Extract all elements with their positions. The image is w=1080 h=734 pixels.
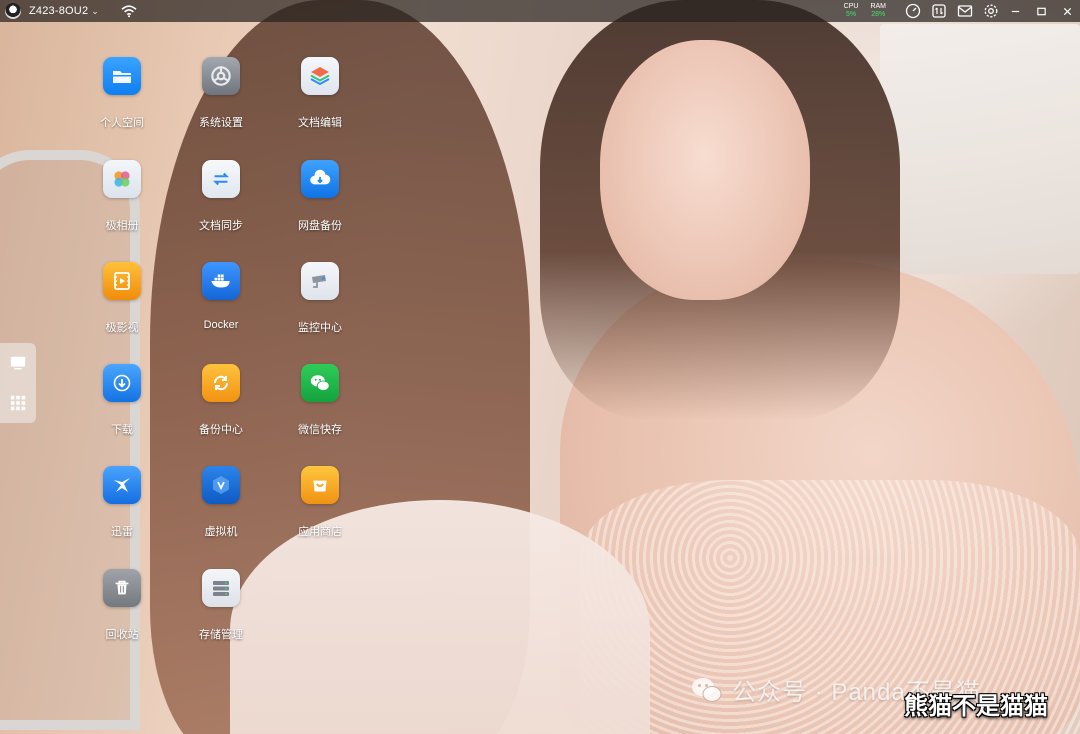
- film-icon: [103, 262, 141, 300]
- app-thunder[interactable]: 迅雷: [77, 466, 167, 556]
- wechat-channel-icon: [692, 677, 722, 702]
- app-label: 文档编辑: [298, 117, 342, 129]
- wifi-icon[interactable]: [119, 3, 139, 19]
- mail-icon[interactable]: [954, 0, 976, 22]
- chevron-down-icon[interactable]: ⌄: [91, 6, 99, 17]
- docker-whale-icon: [202, 262, 240, 300]
- settings-icon: [202, 57, 240, 95]
- ram-label: RAM: [870, 3, 886, 10]
- watermark-caption: 熊猫不是猫猫: [904, 693, 1048, 720]
- security-camera-icon: [301, 262, 339, 300]
- app-photo-album[interactable]: 极相册: [77, 160, 167, 250]
- cpu-stat[interactable]: CPU 5%: [844, 3, 859, 19]
- panda-avatar-icon[interactable]: [5, 3, 21, 19]
- app-storage-management[interactable]: 存储管理: [176, 569, 266, 659]
- app-label: 应用商店: [298, 526, 342, 538]
- top-bar-right: CPU 5% RAM 28%: [844, 0, 1080, 22]
- app-label: 网盘备份: [298, 220, 342, 232]
- virtual-machine-icon: [202, 466, 240, 504]
- app-surveillance[interactable]: 监控中心: [275, 262, 365, 352]
- app-system-settings[interactable]: 系统设置: [176, 57, 266, 147]
- speedometer-icon[interactable]: [902, 0, 924, 22]
- app-label: 微信快存: [298, 424, 342, 436]
- download-icon: [103, 364, 141, 402]
- app-personal-space[interactable]: 个人空间: [77, 57, 167, 147]
- close-icon[interactable]: [1054, 0, 1080, 22]
- app-cloud-backup[interactable]: 网盘备份: [275, 160, 365, 250]
- layers-icon: [301, 57, 339, 95]
- storage-disk-icon: [202, 569, 240, 607]
- app-label: 极影视: [105, 322, 139, 334]
- top-bar: Z423-8OU2 ⌄ CPU 5% RAM 28%: [0, 0, 1080, 22]
- app-backup-center[interactable]: 备份中心: [176, 364, 266, 454]
- app-label: 极相册: [105, 220, 139, 232]
- app-video[interactable]: 极影视: [77, 262, 167, 352]
- app-label: 回收站: [105, 629, 139, 641]
- gear-icon[interactable]: [980, 0, 1002, 22]
- cpu-value: 5%: [845, 11, 857, 18]
- cloud-backup-icon: [301, 160, 339, 198]
- wallpaper-face: [600, 40, 810, 300]
- photo-album-icon: [103, 160, 141, 198]
- app-label: Docker: [203, 319, 239, 331]
- app-grid-icon[interactable]: [6, 391, 30, 415]
- ram-value: 28%: [871, 11, 886, 18]
- thunder-bird-icon: [103, 466, 141, 504]
- side-dock: [0, 343, 36, 423]
- wechat-icon: [301, 364, 339, 402]
- app-docker[interactable]: Docker: [176, 262, 266, 352]
- app-store[interactable]: 应用商店: [275, 466, 365, 556]
- app-label: 备份中心: [199, 424, 243, 436]
- app-virtual-machine[interactable]: 虚拟机: [176, 466, 266, 556]
- app-label: 虚拟机: [204, 526, 238, 538]
- app-download[interactable]: 下载: [77, 364, 167, 454]
- app-label: 文档同步: [199, 220, 243, 232]
- maximize-icon[interactable]: [1028, 0, 1054, 22]
- minimize-icon[interactable]: [1002, 0, 1028, 22]
- app-wechat-save[interactable]: 微信快存: [275, 364, 365, 454]
- app-label: 系统设置: [199, 117, 243, 129]
- app-document-sync[interactable]: 文档同步: [176, 160, 266, 250]
- app-document-editor[interactable]: 文档编辑: [275, 57, 365, 147]
- trash-icon: [103, 569, 141, 607]
- app-recycle-bin[interactable]: 回收站: [77, 569, 167, 659]
- app-store-bag-icon: [301, 466, 339, 504]
- transfer-icon[interactable]: [928, 0, 950, 22]
- sync-arrows-icon: [202, 160, 240, 198]
- backup-cycle-icon: [202, 364, 240, 402]
- monitor-icon[interactable]: [6, 351, 30, 375]
- folder-icon: [103, 57, 141, 95]
- app-label: 迅雷: [111, 526, 133, 538]
- app-label: 存储管理: [199, 629, 243, 641]
- ram-stat[interactable]: RAM 28%: [870, 3, 886, 19]
- app-label: 个人空间: [100, 117, 144, 129]
- device-name[interactable]: Z423-8OU2: [29, 5, 88, 17]
- app-label: 下载: [111, 424, 133, 436]
- app-label: 监控中心: [298, 322, 342, 334]
- wallpaper-background-wall: [880, 24, 1080, 274]
- cpu-label: CPU: [843, 3, 859, 10]
